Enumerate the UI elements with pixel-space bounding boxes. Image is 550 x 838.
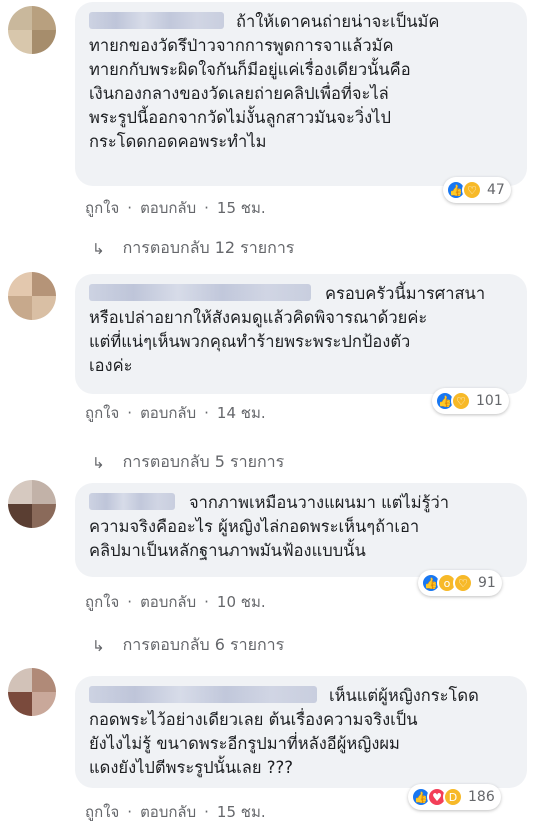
comment-actions: ถูกใจ · ตอบกลับ · 15 ชม. xyxy=(85,800,266,824)
comment-text: จากภาพเหมือนวางแผนมา แต่ไม่รู้ว่า ความจร… xyxy=(89,493,449,560)
reply-arrow-icon: ↳ xyxy=(92,636,105,655)
care-icon: ♡ xyxy=(453,573,473,593)
avatar[interactable] xyxy=(8,272,56,320)
comment-text: ถ้าให้เดาคนถ่ายน่าจะเป็นมัค ทายกของวัดรึ… xyxy=(89,12,440,151)
reply-arrow-icon: ↳ xyxy=(92,453,105,472)
like-link[interactable]: ถูกใจ xyxy=(85,590,119,614)
reply-link[interactable]: ตอบกลับ xyxy=(140,590,196,614)
view-replies[interactable]: ↳ การตอบกลับ 6 รายการ xyxy=(92,633,284,658)
comment-bubble: ครอบครัวนี้มารศาสนา หรือเปล่าอยากให้สังค… xyxy=(75,274,527,394)
separator-dot: · xyxy=(204,593,209,611)
timestamp[interactable]: 15 ชม. xyxy=(217,196,266,220)
separator-dot: · xyxy=(127,593,133,611)
timestamp[interactable]: 14 ชม. xyxy=(217,401,266,425)
comment-actions: ถูกใจ · ตอบกลับ · 15 ชม. xyxy=(85,196,266,220)
replies-label: การตอบกลับ 6 รายการ xyxy=(122,635,285,654)
comment-bubble: เห็นแต่ผู้หญิงกระโดด กอดพระไว้อย่างเดียว… xyxy=(75,676,527,788)
reply-link[interactable]: ตอบกลับ xyxy=(140,800,196,824)
like-link[interactable]: ถูกใจ xyxy=(85,401,119,425)
avatar[interactable] xyxy=(8,6,56,54)
comment-text: ครอบครัวนี้มารศาสนา หรือเปล่าอยากให้สังค… xyxy=(89,284,486,375)
reaction-summary[interactable]: 👍 ♡ 47 xyxy=(443,177,511,203)
timestamp[interactable]: 15 ชม. xyxy=(217,800,266,824)
comment-actions: ถูกใจ · ตอบกลับ · 14 ชม. xyxy=(85,401,266,425)
replies-label: การตอบกลับ 5 รายการ xyxy=(122,452,285,471)
view-replies[interactable]: ↳ การตอบกลับ 5 รายการ xyxy=(92,450,284,475)
comment-text: เห็นแต่ผู้หญิงกระโดด กอดพระไว้อย่างเดียว… xyxy=(89,686,479,777)
separator-dot: · xyxy=(127,404,133,422)
separator-dot: · xyxy=(204,404,209,422)
timestamp[interactable]: 10 ชม. xyxy=(217,590,266,614)
like-link[interactable]: ถูกใจ xyxy=(85,800,119,824)
reply-link[interactable]: ตอบกลับ xyxy=(140,196,196,220)
view-replies[interactable]: ↳ การตอบกลับ 12 รายการ xyxy=(92,236,294,261)
separator-dot: · xyxy=(204,803,209,821)
comment-actions: ถูกใจ · ตอบกลับ · 10 ชม. xyxy=(85,590,266,614)
care-icon: ♡ xyxy=(462,180,482,200)
like-link[interactable]: ถูกใจ xyxy=(85,196,119,220)
avatar[interactable] xyxy=(8,480,56,528)
reaction-count: 186 xyxy=(468,789,495,805)
reaction-count: 91 xyxy=(478,575,496,591)
reaction-summary[interactable]: 👍 ♥ D 186 xyxy=(408,784,501,810)
reply-arrow-icon: ↳ xyxy=(92,239,105,258)
comment-bubble: จากภาพเหมือนวางแผนมา แต่ไม่รู้ว่า ความจร… xyxy=(75,483,527,577)
reaction-count: 47 xyxy=(487,182,505,198)
replies-label: การตอบกลับ 12 รายการ xyxy=(122,238,295,257)
avatar[interactable] xyxy=(8,668,56,716)
reaction-summary[interactable]: 👍 ♡ 101 xyxy=(432,388,509,414)
reaction-summary[interactable]: 👍 o ♡ 91 xyxy=(418,570,502,596)
separator-dot: · xyxy=(127,803,133,821)
separator-dot: · xyxy=(127,199,133,217)
reaction-count: 101 xyxy=(476,393,503,409)
reply-link[interactable]: ตอบกลับ xyxy=(140,401,196,425)
haha-icon: D xyxy=(443,787,463,807)
separator-dot: · xyxy=(204,199,209,217)
care-icon: ♡ xyxy=(451,391,471,411)
comment-bubble: ถ้าให้เดาคนถ่ายน่าจะเป็นมัค ทายกของวัดรึ… xyxy=(75,2,527,186)
